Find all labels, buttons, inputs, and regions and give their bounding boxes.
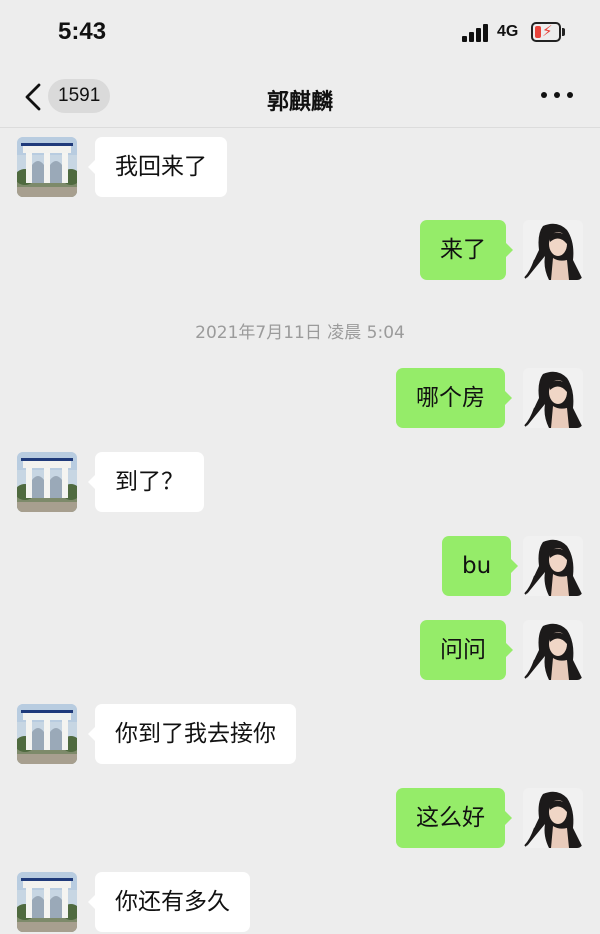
received-message-bubble[interactable]: 你到了我去接你	[88, 704, 296, 764]
user-avatar[interactable]	[523, 220, 583, 280]
sent-message-bubble[interactable]: bu	[442, 536, 519, 596]
user-avatar[interactable]	[523, 620, 583, 680]
chat-screen: 5:43 4G ⚡ 1591 郭麒麟 我回来了 来了 2021年7月11日 凌晨…	[0, 0, 600, 934]
user-avatar[interactable]	[523, 536, 583, 596]
chat-timestamp: 2021年7月11日 凌晨 5:04	[195, 323, 405, 343]
user-avatar[interactable]	[523, 368, 583, 428]
signal-icon	[462, 24, 492, 42]
sent-message-bubble[interactable]: 这么好	[396, 788, 512, 848]
status-bar: 5:43 4G ⚡	[0, 0, 600, 66]
battery-fill	[535, 26, 541, 38]
contact-avatar[interactable]	[17, 704, 77, 764]
network-type: 4G	[497, 23, 519, 40]
sent-message-bubble[interactable]: 问问	[420, 620, 513, 680]
chat-title: 郭麒麟	[266, 90, 333, 115]
contact-avatar[interactable]	[17, 452, 77, 512]
more-dots-icon[interactable]	[541, 92, 577, 104]
user-avatar[interactable]	[523, 788, 583, 848]
received-message-bubble[interactable]: 我回来了	[88, 137, 227, 197]
status-time: 5:43	[58, 18, 107, 45]
received-message-bubble[interactable]: 你还有多久	[88, 872, 250, 932]
received-message-bubble[interactable]: 到了？	[88, 452, 204, 512]
chat-header: 1591 郭麒麟	[0, 66, 600, 128]
contact-avatar[interactable]	[17, 872, 77, 932]
contact-avatar[interactable]	[17, 137, 77, 197]
battery-tip	[562, 28, 565, 36]
sent-message-bubble[interactable]: 来了	[420, 220, 513, 280]
sent-message-bubble[interactable]: 哪个房	[396, 368, 512, 428]
charging-bolt-icon: ⚡	[542, 22, 553, 40]
battery-icon: ⚡	[531, 22, 561, 42]
